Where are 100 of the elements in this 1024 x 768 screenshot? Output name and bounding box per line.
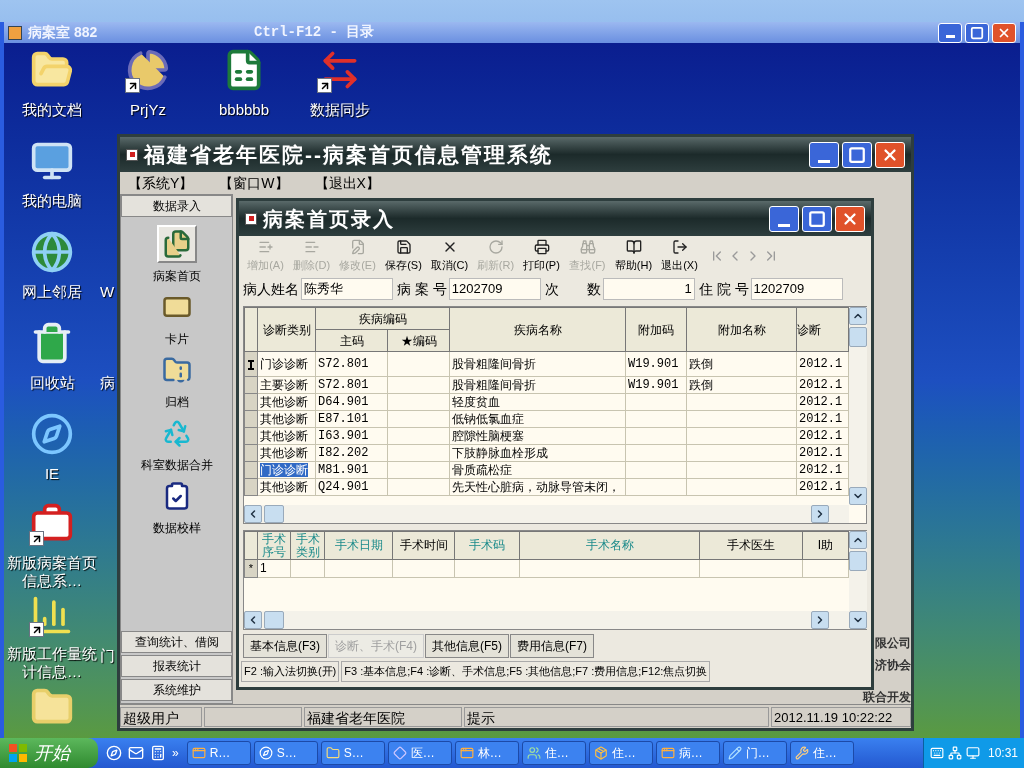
table-cell[interactable] <box>387 410 450 428</box>
table-cell[interactable] <box>387 444 450 462</box>
table-cell[interactable]: 其他诊断 <box>257 393 316 411</box>
close-button[interactable] <box>875 141 905 168</box>
table-cell[interactable]: 2012.1 <box>796 478 849 496</box>
table-cell[interactable]: W19.901 <box>625 376 687 394</box>
maximize-button[interactable] <box>802 205 832 232</box>
table-cell[interactable] <box>686 410 797 428</box>
monitor-icon[interactable] <box>965 746 980 760</box>
horizontal-scrollbar[interactable] <box>244 505 849 523</box>
table-cell[interactable]: 2012.1 <box>796 444 849 462</box>
scroll-thumb[interactable] <box>264 611 284 629</box>
scroll-thumb[interactable] <box>264 505 284 523</box>
table-cell[interactable]: 低钠低氯血症 <box>449 410 626 428</box>
desktop-icon-label[interactable]: 回收站 <box>4 374 100 392</box>
table-cell[interactable] <box>686 461 797 479</box>
vertical-scrollbar[interactable] <box>849 307 867 505</box>
input-field[interactable]: 1202709 <box>750 278 843 300</box>
input-field[interactable]: 1 <box>602 278 695 300</box>
column-header[interactable]: 附加名称 <box>686 307 797 352</box>
table-cell[interactable] <box>387 461 450 479</box>
taskbar-button[interactable]: S… <box>253 741 318 765</box>
table-cell[interactable]: 轻度贫血 <box>449 393 626 411</box>
table-cell[interactable] <box>802 559 849 577</box>
table-cell[interactable] <box>625 410 687 428</box>
table-cell[interactable] <box>324 559 393 577</box>
column-header[interactable]: 手术医生 <box>699 531 803 560</box>
scroll-down-button[interactable] <box>849 611 867 629</box>
table-cell[interactable]: 2012.1 <box>796 376 849 394</box>
column-header[interactable]: 诊断 <box>796 307 849 352</box>
table-cell[interactable] <box>699 559 803 577</box>
network-icon[interactable] <box>947 746 962 760</box>
table-cell[interactable] <box>387 393 450 411</box>
table-cell[interactable]: 骨质疏松症 <box>449 461 626 479</box>
table-cell[interactable]: 其他诊断 <box>257 444 316 462</box>
table-cell[interactable]: 2012.1 <box>796 410 849 428</box>
table-cell[interactable]: I82.202 <box>315 444 388 462</box>
column-header[interactable]: 疾病名称 <box>449 307 626 352</box>
table-cell[interactable]: 其他诊断 <box>257 478 316 496</box>
menu-item[interactable]: 【退出X】 <box>314 172 380 194</box>
minimize-button[interactable] <box>938 22 962 43</box>
desktop-icon[interactable] <box>29 229 75 275</box>
column-header[interactable]: 诊断类别 <box>257 307 316 352</box>
horizontal-scrollbar[interactable] <box>244 611 849 629</box>
table-cell[interactable] <box>387 351 450 377</box>
row-marker[interactable] <box>244 444 258 462</box>
menu-item[interactable]: 【窗口W】 <box>219 172 289 194</box>
scroll-left-button[interactable] <box>244 611 262 629</box>
taskbar-button[interactable]: 医… <box>387 741 452 765</box>
scroll-right-button[interactable] <box>811 611 829 629</box>
desktop-icon-label[interactable]: 我的文档 <box>4 101 100 119</box>
quick-launch-button[interactable] <box>106 745 122 761</box>
scroll-down-button[interactable] <box>849 487 867 505</box>
table-cell[interactable]: W19.901 <box>625 351 687 377</box>
desktop-icon-label[interactable]: 网上邻居 <box>4 283 100 301</box>
close-button[interactable] <box>835 205 865 232</box>
table-cell[interactable]: 股骨粗隆间骨折 <box>449 376 626 394</box>
desktop-icon-label[interactable]: bbbbbb <box>196 101 292 119</box>
column-header[interactable]: 附加码 <box>625 307 687 352</box>
scroll-thumb[interactable] <box>849 327 867 347</box>
scroll-up-button[interactable] <box>849 531 867 549</box>
taskbar-button[interactable]: 林… <box>454 741 519 765</box>
table-cell[interactable]: 其他诊断 <box>257 410 316 428</box>
table-cell[interactable] <box>686 427 797 445</box>
toolbar-button[interactable]: 打印(P) <box>519 237 564 275</box>
desktop-icon[interactable] <box>125 47 171 93</box>
nav-item[interactable]: 卡片 <box>156 288 197 351</box>
toolbar-button[interactable]: 保存(S) <box>381 237 426 275</box>
nav-section-button[interactable]: 系统维护 <box>121 679 232 701</box>
table-cell[interactable] <box>625 393 687 411</box>
desktop-icon-label[interactable]: PrjYz <box>100 101 196 119</box>
taskbar-button[interactable]: 住… <box>588 741 653 765</box>
table-cell[interactable] <box>454 559 520 577</box>
desktop-icon-label[interactable]: IE <box>4 465 100 483</box>
maximize-button[interactable] <box>842 141 872 168</box>
row-marker[interactable] <box>244 351 258 377</box>
scroll-left-button[interactable] <box>244 505 262 523</box>
toolbar-button[interactable]: 帮助(H) <box>611 237 656 275</box>
tab[interactable]: 基本信息(F3) <box>243 634 327 658</box>
column-header[interactable]: 手术码 <box>454 531 520 560</box>
keyboard-icon[interactable] <box>929 746 944 760</box>
taskbar-button[interactable]: 住… <box>521 741 586 765</box>
column-header[interactable]: 手术日期 <box>324 531 393 560</box>
tab[interactable]: 费用信息(F7) <box>510 634 594 658</box>
table-cell[interactable] <box>686 393 797 411</box>
table-cell[interactable] <box>686 444 797 462</box>
desktop-icon-label[interactable]: 我的电脑 <box>4 192 100 210</box>
minimize-button[interactable] <box>809 141 839 168</box>
table-cell[interactable]: 2012.1 <box>796 461 849 479</box>
table-cell[interactable]: 1 <box>257 559 291 577</box>
table-cell[interactable]: I63.901 <box>315 427 388 445</box>
table-cell[interactable]: 下肢静脉血栓形成 <box>449 444 626 462</box>
table-cell[interactable] <box>625 427 687 445</box>
table-cell[interactable] <box>686 478 797 496</box>
taskbar-button[interactable]: R… <box>186 741 251 765</box>
table-cell[interactable]: 2012.1 <box>796 427 849 445</box>
desktop-icon-label[interactable]: 新版工作量统计信息… <box>4 645 100 681</box>
column-header[interactable]: 手术序号 <box>257 531 291 560</box>
nav-section-button[interactable]: 数据录入 <box>121 195 232 217</box>
column-header[interactable]: 手术类别 <box>290 531 325 560</box>
